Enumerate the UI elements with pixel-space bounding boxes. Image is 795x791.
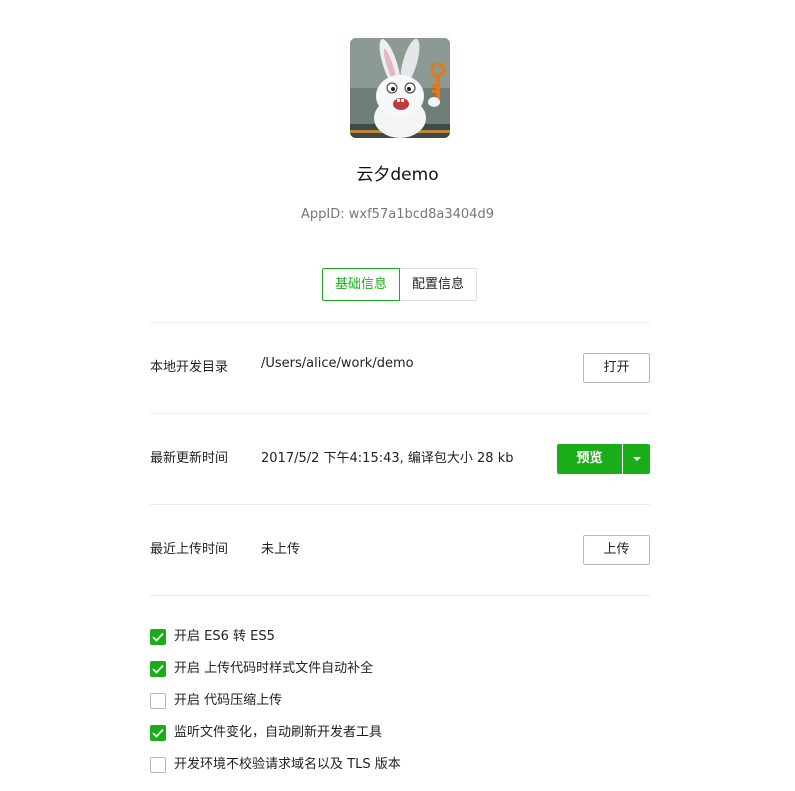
divider (150, 322, 650, 323)
local-dir-label: 本地开发目录 (150, 360, 229, 375)
option-label: 开启 代码压缩上传 (174, 693, 283, 708)
divider (150, 595, 650, 596)
app-name: 云夕demo (356, 165, 439, 185)
last-update-label: 最新更新时间 (150, 451, 229, 466)
preview-button[interactable]: 预览 (557, 444, 622, 474)
checkbox-style-autocomplete[interactable] (150, 661, 166, 677)
app-id: AppID: wxf57a1bcd8a3404d9 (301, 207, 494, 222)
option-label: 开启 ES6 转 ES5 (174, 629, 275, 644)
option-es6-to-es5[interactable]: 开启 ES6 转 ES5 (150, 629, 275, 645)
option-label: 开启 上传代码时样式文件自动补全 (174, 661, 374, 676)
checkbox-skip-domain-check[interactable] (150, 757, 166, 773)
option-skip-domain-check[interactable]: 开发环境不校验请求域名以及 TLS 版本 (150, 757, 401, 773)
option-label: 开发环境不校验请求域名以及 TLS 版本 (174, 757, 401, 772)
checkbox-watch-files[interactable] (150, 725, 166, 741)
option-minify-upload[interactable]: 开启 代码压缩上传 (150, 693, 282, 709)
caret-down-icon (633, 457, 641, 461)
checkbox-minify-upload[interactable] (150, 693, 166, 709)
last-upload-value: 未上传 (261, 542, 301, 557)
preview-dropdown-button[interactable] (623, 444, 650, 474)
divider (150, 413, 650, 414)
option-watch-files[interactable]: 监听文件变化，自动刷新开发者工具 (150, 725, 382, 741)
option-style-autocomplete[interactable]: 开启 上传代码时样式文件自动补全 (150, 661, 373, 677)
checkbox-es6-to-es5[interactable] (150, 629, 166, 645)
tab-basic-info[interactable]: 基础信息 (322, 268, 400, 301)
check-icon (152, 664, 164, 674)
app-avatar (350, 38, 450, 138)
option-label: 监听文件变化，自动刷新开发者工具 (174, 725, 383, 740)
check-icon (152, 728, 164, 738)
divider (150, 504, 650, 505)
avatar-rabbit-image (350, 38, 450, 138)
last-update-value: 2017/5/2 下午4:15:43, 编译包大小 28 kb (261, 451, 514, 466)
check-icon (152, 632, 164, 642)
last-upload-label: 最近上传时间 (150, 542, 229, 557)
tab-config-info[interactable]: 配置信息 (400, 268, 477, 301)
open-button[interactable]: 打开 (583, 353, 650, 383)
local-dir-value: /Users/alice/work/demo (261, 356, 414, 371)
upload-button[interactable]: 上传 (583, 535, 650, 565)
info-tabs: 基础信息 配置信息 (322, 268, 477, 301)
